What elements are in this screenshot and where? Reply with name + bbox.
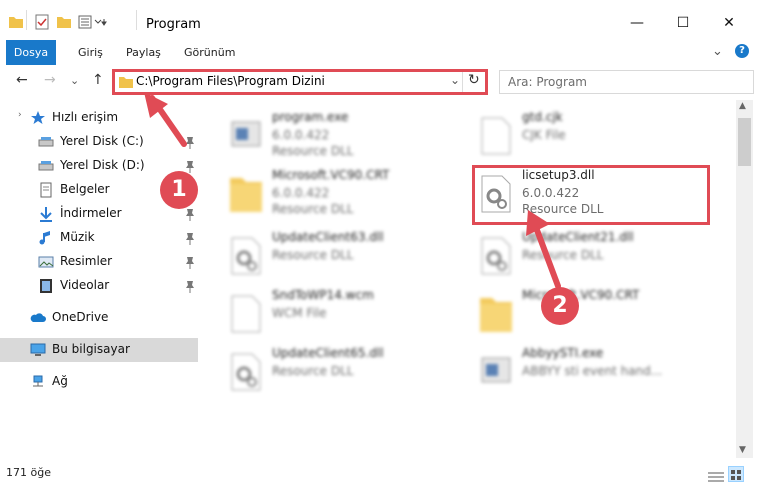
file-item[interactable]: UpdateClient21.dll Resource DLL xyxy=(478,230,718,282)
tab-share[interactable]: Paylaş xyxy=(126,40,161,65)
file-item[interactable]: gtd.cjk CJK File xyxy=(478,110,718,162)
recent-locations-icon[interactable]: ⌄ xyxy=(70,74,79,87)
pictures-icon xyxy=(38,254,54,270)
window-title: Program xyxy=(146,17,201,32)
file-detail: 6.0.0.422 xyxy=(272,186,330,200)
file-item[interactable]: program.exe 6.0.0.422 Resource DLL xyxy=(228,110,468,162)
tab-view[interactable]: Görünüm xyxy=(184,40,235,65)
maximize-button[interactable]: ☐ xyxy=(660,8,706,38)
file-name: Microsoft.VC90.CRT xyxy=(272,168,390,182)
callout-1: 1 xyxy=(160,171,198,209)
file-name: AbbyySTI.exe xyxy=(522,346,604,360)
drive-icon xyxy=(38,134,54,150)
file-item[interactable]: Microsoft.VC90.CRT xyxy=(478,288,718,340)
file-item[interactable]: UpdateClient63.dll Resource DLL xyxy=(228,230,468,282)
file-item[interactable]: AbbyySTI.exe ABBYY sti event hand... xyxy=(478,346,718,398)
sidebar-item-label: Yerel Disk (C:) xyxy=(60,134,144,148)
customize-toolbar-icon[interactable] xyxy=(78,14,108,30)
callout-arrow-2 xyxy=(526,210,561,289)
file-name: program.exe xyxy=(272,110,349,124)
sidebar-item-label: Belgeler xyxy=(60,182,110,196)
folder-icon[interactable] xyxy=(8,14,24,30)
tab-home[interactable]: Giriş xyxy=(78,40,103,65)
pin-icon xyxy=(184,279,196,293)
file-detail: 6.0.0.422 xyxy=(272,128,330,142)
file-item[interactable]: Microsoft.VC90.CRT 6.0.0.422 Resource DLL xyxy=(228,168,468,220)
pin-icon xyxy=(184,207,196,221)
file-detail: ABBYY sti event hand... xyxy=(522,364,663,378)
cloud-icon xyxy=(30,310,46,326)
scrollbar-thumb[interactable] xyxy=(738,118,751,166)
scroll-down-icon[interactable]: ▼ xyxy=(739,445,746,455)
file-type: Resource DLL xyxy=(272,202,354,216)
sidebar-item-videos[interactable]: Videolar xyxy=(0,274,198,298)
sidebar-item-label: Ağ xyxy=(52,374,68,388)
exe-icon xyxy=(228,116,264,156)
video-icon xyxy=(38,278,54,294)
file-detail: Resource DLL xyxy=(272,248,354,262)
drive-icon xyxy=(38,158,54,174)
documents-icon xyxy=(38,182,54,198)
sidebar-item-label: Hızlı erişim xyxy=(52,110,119,124)
file-detail: CJK File xyxy=(522,128,566,142)
scroll-up-icon[interactable]: ▲ xyxy=(739,101,746,111)
tab-file[interactable]: Dosya xyxy=(6,40,56,65)
download-icon xyxy=(38,206,54,222)
ribbon-collapse-icon[interactable]: ⌄ xyxy=(712,44,723,59)
file-item[interactable]: SndToWP14.wcm WCM File xyxy=(228,288,468,340)
computer-icon xyxy=(30,342,46,358)
dll-icon xyxy=(478,236,514,276)
network-icon xyxy=(30,374,46,390)
star-icon xyxy=(30,110,46,126)
music-icon xyxy=(38,230,54,246)
sidebar-item-onedrive[interactable]: OneDrive xyxy=(0,306,198,330)
callout-2: 2 xyxy=(541,287,579,325)
file-name: UpdateClient63.dll xyxy=(272,230,384,244)
sidebar-item-label: Yerel Disk (D:) xyxy=(60,158,145,172)
file-detail: Resource DLL xyxy=(272,364,354,378)
sidebar-item-label: OneDrive xyxy=(52,310,109,324)
search-input[interactable]: Ara: Program xyxy=(508,75,587,89)
sidebar-item-label: Videolar xyxy=(60,278,110,292)
file-icon xyxy=(228,294,264,334)
pin-icon xyxy=(184,231,196,245)
help-icon[interactable]: ? xyxy=(735,44,749,58)
sidebar-item-network[interactable]: Ağ xyxy=(0,370,198,394)
forward-button[interactable]: → xyxy=(44,72,56,88)
folder-icon xyxy=(228,174,264,214)
pin-icon xyxy=(184,255,196,269)
divider xyxy=(136,10,137,30)
file-name: UpdateClient65.dll xyxy=(272,346,384,360)
file-icon xyxy=(478,116,514,156)
large-icons-view-icon[interactable] xyxy=(728,466,744,482)
sidebar-item-label: Müzik xyxy=(60,230,95,244)
file-highlight xyxy=(472,165,710,225)
sidebar-item-pictures[interactable]: Resimler xyxy=(0,250,198,274)
file-name: SndToWP14.wcm xyxy=(272,288,374,302)
file-type: Resource DLL xyxy=(272,144,354,158)
file-name: gtd.cjk xyxy=(522,110,563,124)
expand-icon[interactable]: › xyxy=(18,110,22,120)
ribbon-bar xyxy=(0,40,769,65)
sidebar-item-label: Bu bilgisayar xyxy=(52,342,130,356)
details-view-icon[interactable] xyxy=(708,468,724,482)
back-button[interactable]: ← xyxy=(16,72,28,88)
sidebar-item-label: Resimler xyxy=(60,254,113,268)
folder-icon xyxy=(478,294,514,334)
dll-icon xyxy=(228,352,264,392)
up-button[interactable]: ↑ xyxy=(92,72,104,88)
divider xyxy=(26,10,27,30)
close-button[interactable]: ✕ xyxy=(706,8,752,38)
file-detail: WCM File xyxy=(272,306,327,320)
exe-icon xyxy=(478,352,514,392)
properties-icon[interactable] xyxy=(34,14,50,30)
item-count: 171 öğe xyxy=(6,466,51,479)
sidebar-item-label: İndirmeler xyxy=(60,206,122,220)
dll-icon xyxy=(228,236,264,276)
sidebar-item-this-pc[interactable]: Bu bilgisayar xyxy=(0,338,198,362)
new-folder-icon[interactable] xyxy=(56,14,72,30)
minimize-button[interactable]: — xyxy=(614,8,660,38)
sidebar-item-music[interactable]: Müzik xyxy=(0,226,198,250)
file-item[interactable]: UpdateClient65.dll Resource DLL xyxy=(228,346,468,398)
